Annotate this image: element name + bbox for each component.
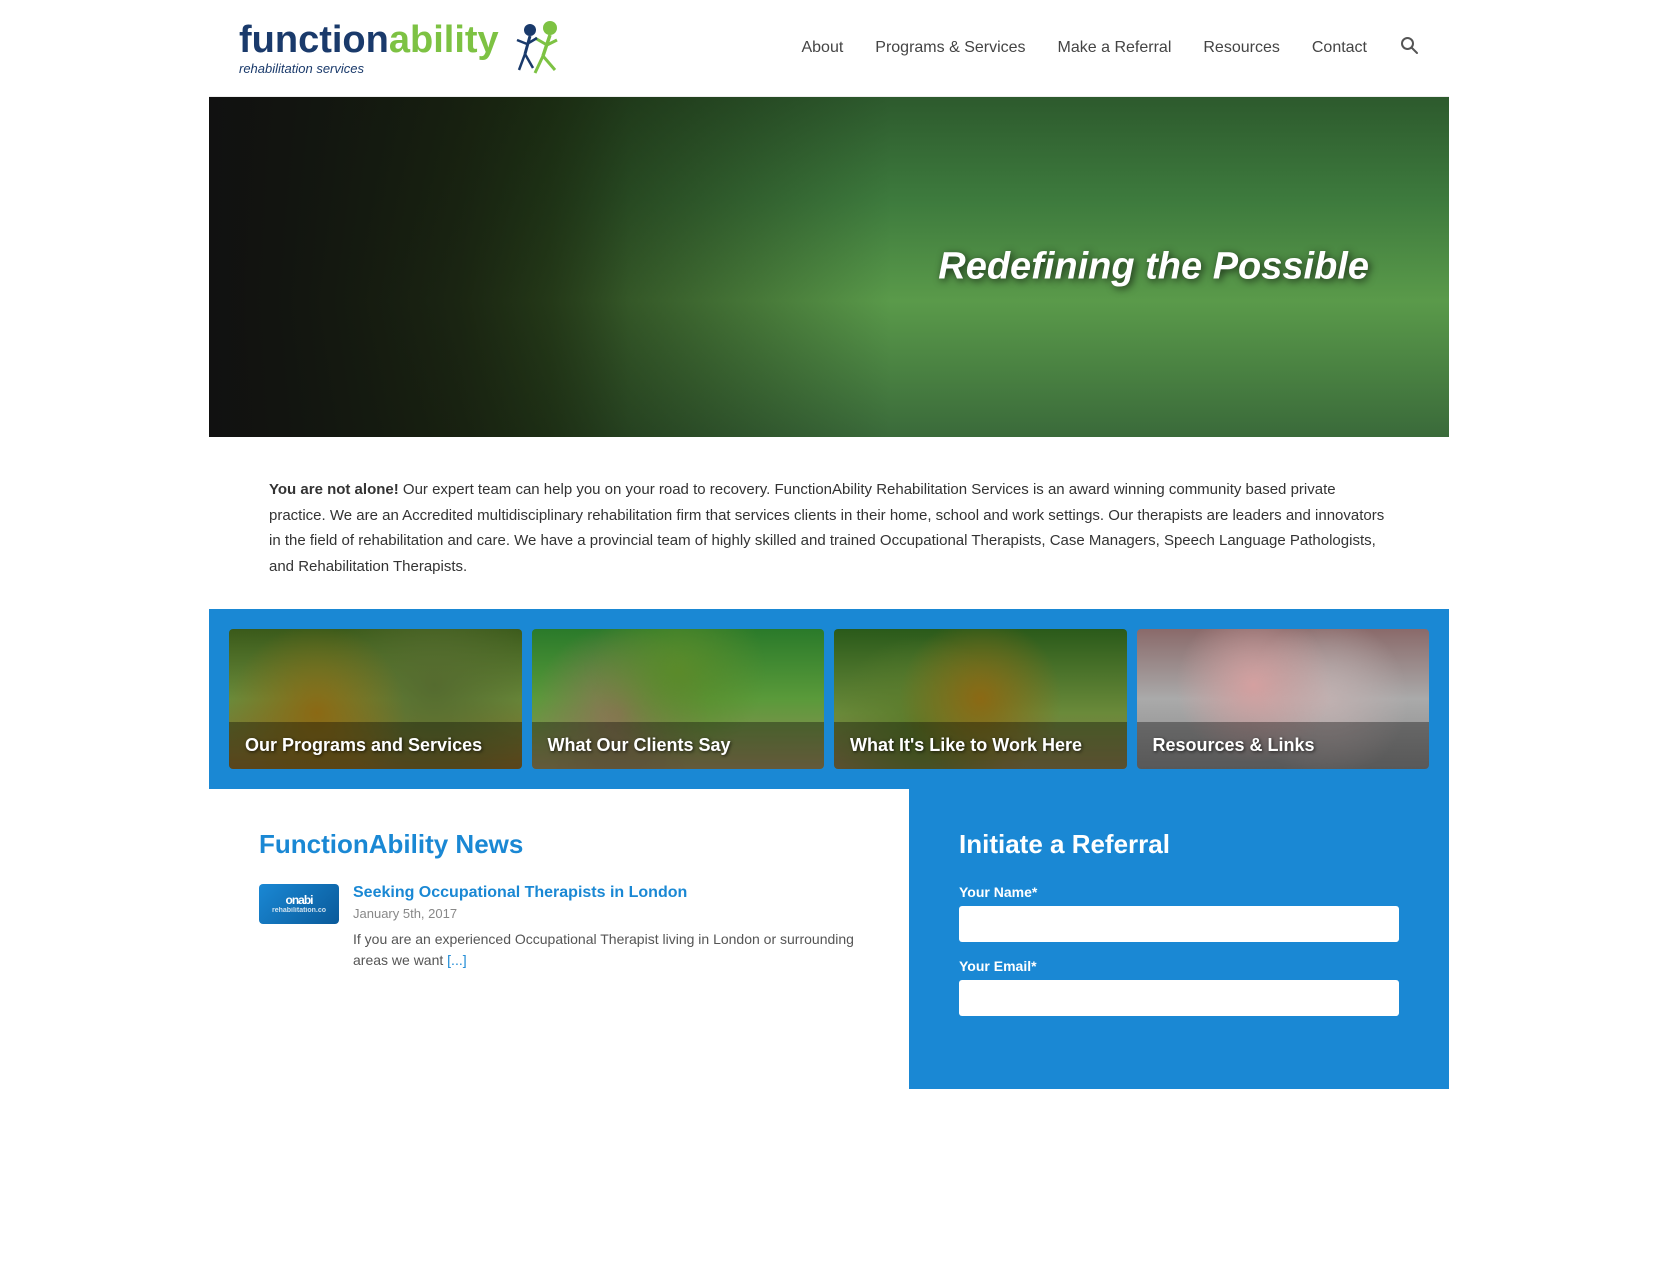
logo-subtitle: rehabilitation services bbox=[239, 61, 499, 76]
nav-about[interactable]: About bbox=[801, 39, 843, 57]
search-icon[interactable] bbox=[1399, 35, 1419, 61]
intro-bold: You are not alone! bbox=[269, 481, 399, 498]
email-input[interactable] bbox=[959, 980, 1399, 1016]
tiles-section: Our Programs and Services What Our Clien… bbox=[209, 609, 1449, 789]
tile-clients-label: What Our Clients Say bbox=[532, 722, 825, 769]
news-logo: onabi rehabilitation.co bbox=[259, 884, 339, 924]
name-input[interactable] bbox=[959, 906, 1399, 942]
tile-programs-label: Our Programs and Services bbox=[229, 722, 522, 769]
nav-contact[interactable]: Contact bbox=[1312, 39, 1367, 57]
tile-resources-label: Resources & Links bbox=[1137, 722, 1430, 769]
news-content: Seeking Occupational Therapists in Londo… bbox=[353, 884, 859, 971]
logo[interactable]: functionability rehabilitation services bbox=[239, 18, 565, 78]
tile-work[interactable]: What It's Like to Work Here bbox=[834, 629, 1127, 769]
main-nav: About Programs & Services Make a Referra… bbox=[801, 35, 1419, 61]
nav-referral[interactable]: Make a Referral bbox=[1058, 39, 1172, 57]
name-field-group: Your Name* bbox=[959, 884, 1399, 942]
tile-programs[interactable]: Our Programs and Services bbox=[229, 629, 522, 769]
nav-programs[interactable]: Programs & Services bbox=[875, 39, 1025, 57]
bottom-section: FunctionAbility News onabi rehabilitatio… bbox=[209, 789, 1449, 1089]
hero-section: Redefining the Possible bbox=[209, 97, 1449, 437]
tile-clients[interactable]: What Our Clients Say bbox=[532, 629, 825, 769]
news-section: FunctionAbility News onabi rehabilitatio… bbox=[209, 789, 909, 1089]
tile-resources[interactable]: Resources & Links bbox=[1137, 629, 1430, 769]
intro-paragraph: You are not alone! Our expert team can h… bbox=[269, 477, 1389, 579]
logo-icon bbox=[505, 18, 565, 78]
news-date: January 5th, 2017 bbox=[353, 906, 859, 921]
site-header: functionability rehabilitation services bbox=[209, 0, 1449, 97]
intro-text: Our expert team can help you on your roa… bbox=[269, 481, 1384, 575]
logo-ability: ability bbox=[389, 19, 499, 61]
nav-resources[interactable]: Resources bbox=[1203, 39, 1279, 57]
email-field-group: Your Email* bbox=[959, 958, 1399, 1016]
referral-section: Initiate a Referral Your Name* Your Emai… bbox=[909, 789, 1449, 1089]
news-more[interactable]: [...] bbox=[447, 952, 466, 968]
referral-title: Initiate a Referral bbox=[959, 829, 1399, 860]
email-label: Your Email* bbox=[959, 958, 1399, 974]
news-excerpt: If you are an experienced Occupational T… bbox=[353, 929, 859, 971]
intro-section: You are not alone! Our expert team can h… bbox=[209, 437, 1449, 609]
news-logo-line2: rehabilitation.co bbox=[272, 907, 326, 915]
tile-work-label: What It's Like to Work Here bbox=[834, 722, 1127, 769]
name-label: Your Name* bbox=[959, 884, 1399, 900]
news-logo-line1: onabi bbox=[272, 893, 326, 907]
news-link[interactable]: Seeking Occupational Therapists in Londo… bbox=[353, 884, 859, 902]
news-title: FunctionAbility News bbox=[259, 829, 859, 860]
logo-function: function bbox=[239, 19, 389, 61]
news-item: onabi rehabilitation.co Seeking Occupati… bbox=[259, 884, 859, 971]
hero-tagline: Redefining the Possible bbox=[938, 246, 1369, 289]
